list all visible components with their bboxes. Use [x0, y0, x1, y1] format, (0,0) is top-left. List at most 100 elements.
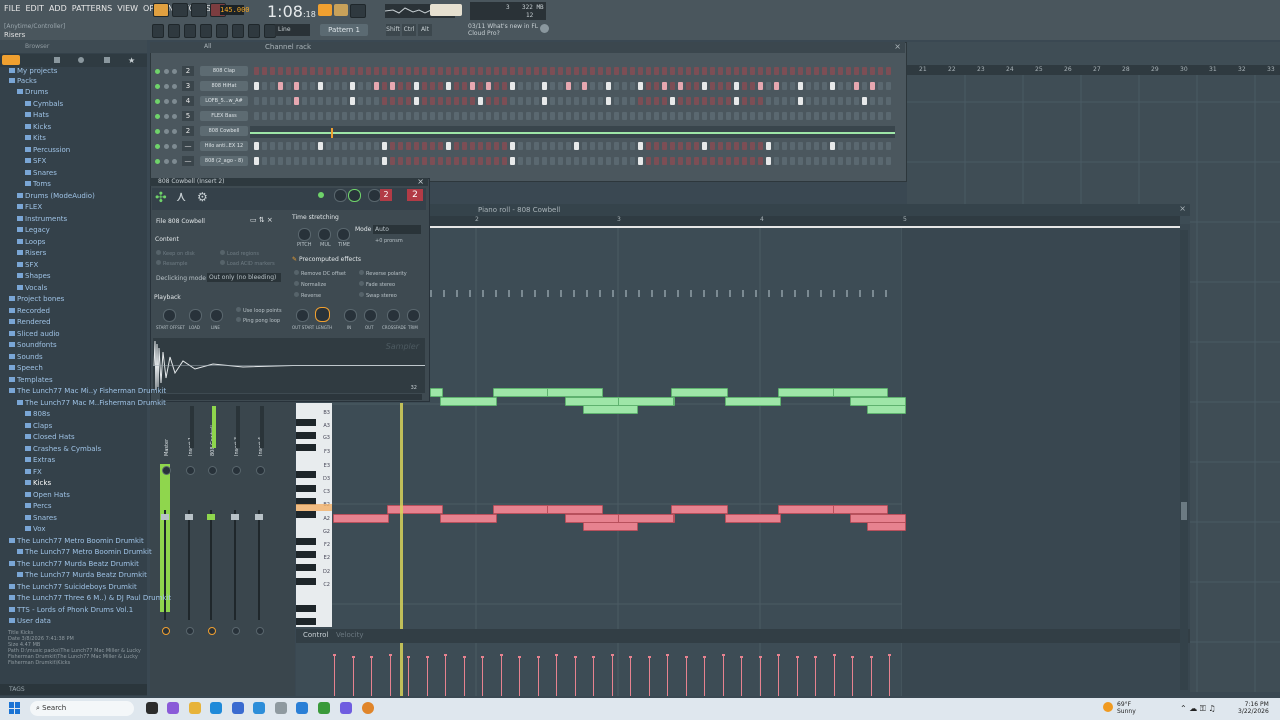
step-button[interactable]: [318, 97, 323, 105]
note-red[interactable]: [671, 505, 728, 514]
step-button[interactable]: [606, 82, 611, 90]
crossfade-knob[interactable]: [387, 309, 400, 322]
power-led[interactable]: [318, 192, 324, 198]
mode-select[interactable]: Auto: [373, 225, 421, 234]
velocity-handle[interactable]: [370, 656, 373, 658]
channel-name-button[interactable]: Hilo anti..EX 12: [200, 141, 248, 151]
step-button[interactable]: [326, 82, 331, 90]
step-button[interactable]: [862, 82, 867, 90]
velocity-bar[interactable]: [833, 654, 835, 696]
step-button[interactable]: [390, 67, 395, 75]
step-button[interactable]: [750, 142, 755, 150]
velocity-bar[interactable]: [574, 656, 576, 696]
step-button[interactable]: [566, 142, 571, 150]
step-button[interactable]: [406, 82, 411, 90]
ctrl-button[interactable]: Ctrl: [402, 24, 416, 36]
mute-led[interactable]: [155, 84, 160, 89]
channel-name-button[interactable]: 808 HiHat: [200, 81, 248, 91]
step-button[interactable]: [566, 157, 571, 165]
step-button[interactable]: [782, 112, 787, 120]
step-button[interactable]: [718, 142, 723, 150]
browser-item[interactable]: Toms: [25, 179, 51, 190]
step-button[interactable]: [438, 112, 443, 120]
step-button[interactable]: [398, 157, 403, 165]
step-button[interactable]: [270, 157, 275, 165]
step-button[interactable]: [534, 82, 539, 90]
step-button[interactable]: [774, 97, 779, 105]
step-button[interactable]: [342, 67, 347, 75]
step-button[interactable]: [342, 142, 347, 150]
note-red[interactable]: [867, 522, 906, 531]
pattern-selector[interactable]: Pattern 1: [320, 24, 368, 36]
black-key[interactable]: [296, 605, 316, 612]
step-button[interactable]: [310, 97, 315, 105]
black-key[interactable]: [296, 444, 316, 451]
channel-toggle[interactable]: [172, 159, 177, 164]
channel-name-button[interactable]: FLEX Bass: [200, 111, 248, 121]
step-button[interactable]: [462, 82, 467, 90]
step-button[interactable]: [774, 82, 779, 90]
browser-item[interactable]: Drums (ModeAudio): [17, 191, 95, 202]
step-button[interactable]: [406, 67, 411, 75]
piano-keyboard[interactable]: B3A3G3F3E3D3C3B2A2G2F2E2D2C2: [296, 403, 332, 627]
step-button[interactable]: [806, 67, 811, 75]
step-button[interactable]: [766, 97, 771, 105]
step-button[interactable]: [662, 112, 667, 120]
browser-item[interactable]: 808s: [25, 409, 50, 420]
weather-icon[interactable]: [1103, 702, 1113, 712]
step-button[interactable]: [398, 142, 403, 150]
step-button[interactable]: [590, 112, 595, 120]
step-button[interactable]: [614, 142, 619, 150]
velocity-handle[interactable]: [721, 654, 725, 656]
step-button[interactable]: [462, 157, 467, 165]
channel-mixer-target[interactable]: 4: [182, 96, 194, 106]
velocity-bar[interactable]: [759, 656, 761, 696]
step-button[interactable]: [654, 82, 659, 90]
step-button[interactable]: [758, 67, 763, 75]
volume-fader[interactable]: [231, 514, 239, 520]
step-button[interactable]: [582, 142, 587, 150]
alt-button[interactable]: Alt: [418, 24, 432, 36]
step-button[interactable]: [646, 82, 651, 90]
step-button[interactable]: [838, 157, 843, 165]
step-button[interactable]: [542, 112, 547, 120]
step-button[interactable]: [302, 112, 307, 120]
step-button[interactable]: [342, 112, 347, 120]
step-button[interactable]: [414, 112, 419, 120]
send-knob[interactable]: [256, 627, 264, 635]
step-button[interactable]: [286, 82, 291, 90]
channel-toggle[interactable]: [164, 159, 169, 164]
graph-editor-lane[interactable]: [250, 126, 895, 138]
step-button[interactable]: [454, 97, 459, 105]
note-green[interactable]: [671, 388, 728, 397]
step-button[interactable]: [726, 142, 731, 150]
channel-mixer-target[interactable]: —: [182, 156, 194, 166]
step-button[interactable]: [622, 67, 627, 75]
step-button[interactable]: [390, 112, 395, 120]
browser-item[interactable]: The Lunch77 Metro Boomin Drumkit: [17, 547, 152, 558]
step-button[interactable]: [270, 142, 275, 150]
send-knob[interactable]: [186, 627, 194, 635]
velocity-bar[interactable]: [796, 656, 798, 696]
browser-item[interactable]: Speech: [9, 363, 43, 374]
step-button[interactable]: [566, 97, 571, 105]
step-button[interactable]: [574, 112, 579, 120]
step-button[interactable]: [382, 97, 387, 105]
step-button[interactable]: [686, 67, 691, 75]
step-button[interactable]: [766, 142, 771, 150]
step-button[interactable]: [622, 97, 627, 105]
step-button[interactable]: [414, 67, 419, 75]
step-button[interactable]: [726, 82, 731, 90]
step-button[interactable]: [446, 142, 451, 150]
note-red[interactable]: [333, 514, 389, 523]
step-button[interactable]: [766, 67, 771, 75]
step-button[interactable]: [710, 157, 715, 165]
velocity-handle[interactable]: [666, 654, 669, 656]
step-button[interactable]: [382, 67, 387, 75]
step-button[interactable]: [782, 82, 787, 90]
step-button[interactable]: [470, 142, 475, 150]
range-display[interactable]: 2: [380, 189, 392, 201]
browser-item[interactable]: Sliced audio: [9, 329, 60, 340]
step-button[interactable]: [670, 67, 675, 75]
step-button[interactable]: [286, 112, 291, 120]
